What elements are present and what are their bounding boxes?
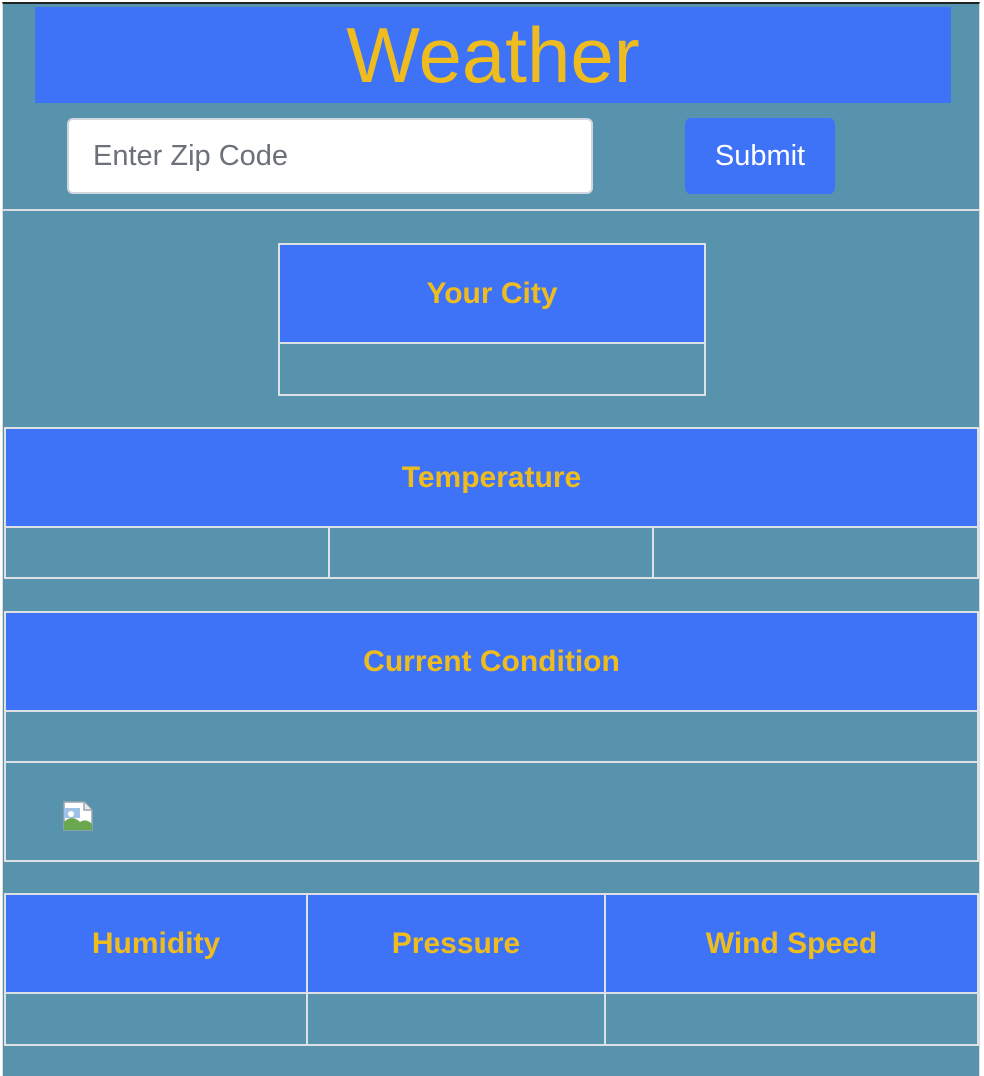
temperature-value	[328, 526, 654, 579]
page-title: Weather	[35, 7, 951, 103]
city-header: Your City	[278, 243, 706, 344]
condition-icon-cell	[4, 761, 979, 862]
humidity-header: Humidity	[4, 893, 308, 994]
pressure-value	[306, 992, 606, 1046]
submit-button[interactable]: Submit	[685, 118, 835, 194]
city-value	[278, 342, 706, 396]
zip-code-input[interactable]	[67, 118, 593, 194]
temperature-value	[652, 526, 979, 579]
humidity-value	[4, 992, 308, 1046]
weather-app: Weather Submit Your City Temperature Cur…	[2, 2, 980, 1076]
temperature-header: Temperature	[4, 427, 979, 528]
wind-speed-value	[604, 992, 979, 1046]
condition-value	[4, 710, 979, 763]
divider	[3, 209, 979, 211]
condition-header: Current Condition	[4, 611, 979, 712]
broken-image-icon	[62, 800, 94, 832]
pressure-header: Pressure	[306, 893, 606, 994]
temperature-value	[4, 526, 330, 579]
wind-speed-header: Wind Speed	[604, 893, 979, 994]
